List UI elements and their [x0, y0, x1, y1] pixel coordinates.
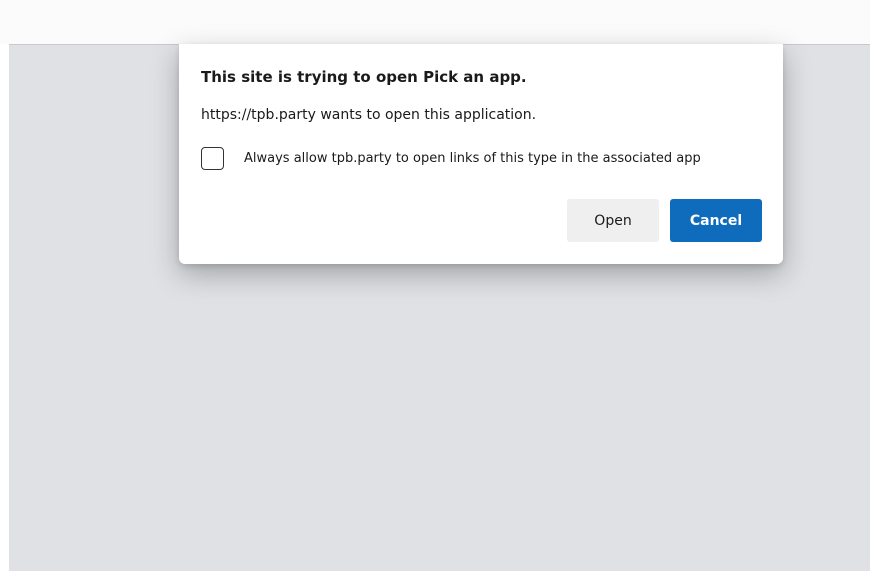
open-button[interactable]: Open — [567, 199, 659, 242]
protocol-handler-dialog: This site is trying to open Pick an app.… — [179, 44, 783, 264]
always-allow-label[interactable]: Always allow tpb.party to open links of … — [244, 151, 701, 166]
browser-toolbar-area — [0, 0, 870, 44]
cancel-button[interactable]: Cancel — [670, 199, 762, 242]
always-allow-checkbox[interactable] — [201, 146, 224, 170]
always-allow-row[interactable]: Always allow tpb.party to open links of … — [201, 144, 701, 172]
dialog-title: This site is trying to open Pick an app. — [201, 68, 527, 86]
dialog-message: https://tpb.party wants to open this app… — [201, 107, 537, 123]
